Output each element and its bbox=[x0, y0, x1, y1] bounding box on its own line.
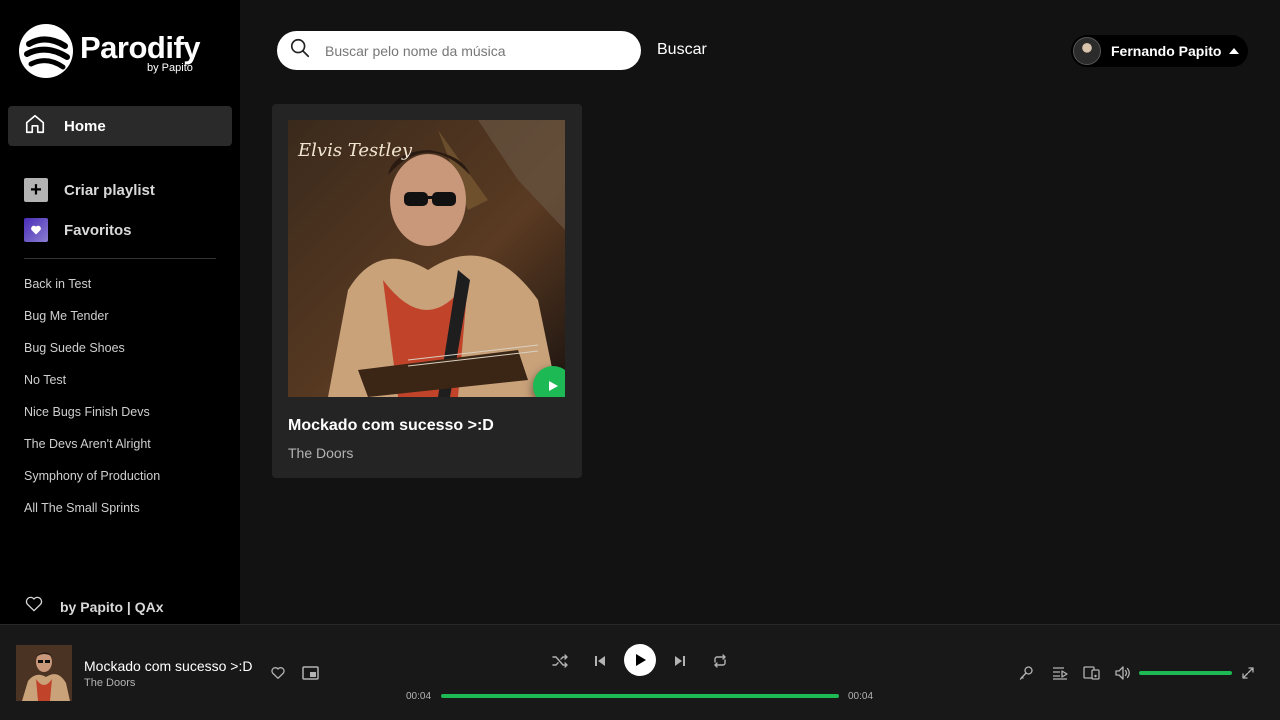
play-icon bbox=[636, 654, 646, 666]
playlist-item[interactable]: Symphony of Production bbox=[24, 468, 160, 500]
skip-forward-icon bbox=[675, 656, 685, 666]
sidebar-item-label: Favoritos bbox=[64, 221, 132, 239]
search-input[interactable] bbox=[325, 42, 615, 59]
song-card[interactable]: Elvis Testley Mockado com sucesso >:D Th… bbox=[272, 104, 582, 478]
cover-text: Elvis Testley bbox=[297, 140, 413, 161]
playlist-item[interactable]: Back in Test bbox=[24, 276, 160, 308]
user-menu[interactable]: Fernando Papito bbox=[1071, 35, 1248, 67]
time-elapsed: 00:04 bbox=[406, 691, 432, 702]
devices-icon bbox=[1082, 666, 1100, 680]
queue-button[interactable] bbox=[1050, 663, 1070, 683]
album-cover: Elvis Testley bbox=[288, 120, 565, 397]
card-title: Mockado com sucesso >:D bbox=[288, 417, 494, 434]
volume-slider[interactable] bbox=[1139, 671, 1232, 675]
volume-icon bbox=[1114, 666, 1130, 680]
sidebar-item-create-playlist[interactable]: + Criar playlist bbox=[24, 178, 155, 202]
playlist-item[interactable]: The Devs Aren't Alright bbox=[24, 436, 160, 468]
footer-credit[interactable]: by Papito | QAx bbox=[24, 594, 164, 619]
repeat-icon bbox=[714, 654, 726, 668]
playlist-item[interactable]: Nice Bugs Finish Devs bbox=[24, 404, 160, 436]
fullscreen-button[interactable] bbox=[1238, 663, 1258, 683]
previous-button[interactable] bbox=[590, 651, 610, 671]
user-name: Fernando Papito bbox=[1111, 43, 1222, 59]
logo-icon bbox=[19, 24, 73, 78]
now-playing-title: Mockado com sucesso >:D bbox=[84, 658, 253, 674]
sidebar-item-favorites[interactable]: Favoritos bbox=[24, 218, 132, 242]
play-button[interactable] bbox=[624, 644, 656, 676]
time-total: 00:04 bbox=[848, 691, 874, 702]
sidebar-item-label: Criar playlist bbox=[64, 181, 155, 199]
sidebar-item-home[interactable]: Home bbox=[8, 106, 232, 146]
sidebar: Parodify by Papito Home + Criar playlist… bbox=[0, 0, 240, 624]
queue-icon bbox=[1053, 667, 1068, 680]
plus-icon: + bbox=[24, 178, 48, 202]
sidebar-item-label: Home bbox=[64, 117, 106, 135]
mute-button[interactable] bbox=[1113, 663, 1133, 683]
skip-back-icon bbox=[595, 656, 605, 666]
search-icon bbox=[289, 37, 311, 64]
heart-outline-icon bbox=[24, 594, 44, 619]
connect-device-button[interactable] bbox=[1081, 663, 1101, 683]
play-icon bbox=[549, 381, 558, 391]
playlist-item[interactable]: No Test bbox=[24, 372, 160, 404]
playlist-item[interactable]: Bug Suede Shoes bbox=[24, 340, 160, 372]
next-button[interactable] bbox=[670, 651, 690, 671]
shuffle-button[interactable] bbox=[550, 651, 570, 671]
lyrics-button[interactable] bbox=[1016, 663, 1036, 683]
picture-in-picture-icon bbox=[301, 665, 319, 680]
heart-icon bbox=[24, 218, 48, 242]
credit-text: by Papito | QAx bbox=[60, 598, 164, 615]
player-bar: Mockado com sucesso >:D The Doors 00:04 … bbox=[0, 624, 1280, 720]
app-root: Parodify by Papito Home + Criar playlist… bbox=[0, 0, 1280, 720]
progress-bar[interactable] bbox=[441, 694, 839, 698]
home-icon bbox=[24, 113, 46, 140]
app-name: Parodify bbox=[80, 30, 201, 65]
repeat-button[interactable] bbox=[710, 651, 730, 671]
expand-icon bbox=[1242, 667, 1254, 679]
sidebar-divider bbox=[24, 258, 216, 259]
shuffle-icon bbox=[552, 654, 568, 668]
heart-outline-icon bbox=[271, 667, 285, 679]
search-bar bbox=[277, 31, 641, 70]
app-byline: by Papito bbox=[147, 62, 193, 74]
now-playing-cover bbox=[16, 645, 72, 701]
caret-up-icon bbox=[1229, 48, 1240, 54]
microphone-icon bbox=[1019, 666, 1033, 680]
now-playing-artist: The Doors bbox=[84, 677, 136, 689]
playlist-list: Back in Test Bug Me Tender Bug Suede Sho… bbox=[24, 276, 160, 532]
avatar bbox=[1073, 37, 1101, 65]
card-artist: The Doors bbox=[288, 445, 354, 461]
playlist-item[interactable]: Bug Me Tender bbox=[24, 308, 160, 340]
like-button[interactable] bbox=[268, 663, 288, 683]
playlist-item[interactable]: All The Small Sprints bbox=[24, 500, 160, 532]
search-button[interactable]: Buscar bbox=[657, 41, 707, 59]
logo[interactable]: Parodify by Papito bbox=[19, 24, 220, 78]
picture-in-picture-button[interactable] bbox=[300, 663, 320, 683]
